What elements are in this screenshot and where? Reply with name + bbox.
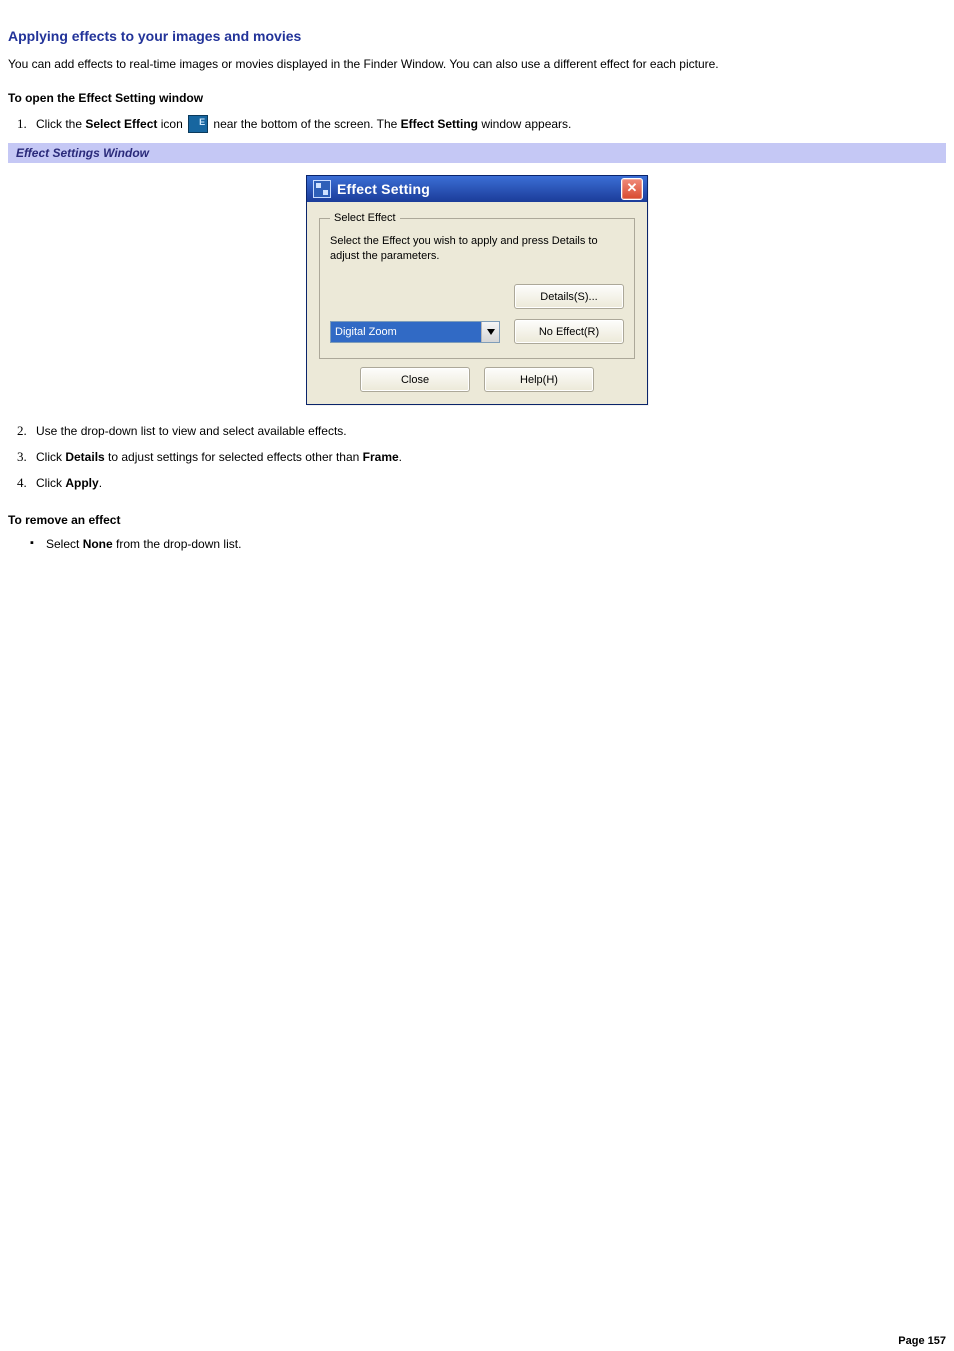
step4-pre: Click — [36, 476, 65, 490]
step4-b1: Apply — [65, 476, 98, 490]
help-button[interactable]: Help(H) — [484, 367, 594, 392]
step3-b2: Frame — [363, 450, 399, 464]
step3-pre: Click — [36, 450, 65, 464]
effect-setting-dialog: Effect Setting ✕ Select Effect Select th… — [306, 175, 648, 405]
step-2: Use the drop-down list to view and selec… — [36, 424, 347, 438]
step-1: Click the Select Effect icon near the bo… — [36, 117, 571, 131]
step1-bold2: Effect Setting — [401, 117, 478, 131]
remove-b1: None — [83, 537, 113, 551]
step1-post: near the bottom of the screen. The — [210, 117, 401, 131]
remove-tail: from the drop-down list. — [113, 537, 242, 551]
step1-mid: icon — [157, 117, 186, 131]
effect-dropdown-value: Digital Zoom — [331, 322, 481, 342]
select-effect-group: Select Effect Select the Effect you wish… — [319, 212, 635, 359]
step1-tail: window appears. — [478, 117, 571, 131]
details-button[interactable]: Details(S)... — [514, 284, 624, 309]
close-icon[interactable]: ✕ — [621, 178, 643, 200]
chevron-down-icon[interactable] — [481, 322, 499, 342]
dialog-app-icon — [313, 180, 331, 198]
step3-b1: Details — [65, 450, 104, 464]
section-open-heading: To open the Effect Setting window — [8, 91, 946, 105]
step3-mid: to adjust settings for selected effects … — [105, 450, 363, 464]
page-number: Page 157 — [898, 1335, 946, 1347]
step1-pre: Click the — [36, 117, 85, 131]
intro-paragraph: You can add effects to real-time images … — [8, 56, 946, 73]
step-4: Click Apply. — [36, 476, 102, 490]
effect-dropdown[interactable]: Digital Zoom — [330, 321, 500, 343]
close-button[interactable]: Close — [360, 367, 470, 392]
no-effect-button[interactable]: No Effect(R) — [514, 319, 624, 344]
remove-pre: Select — [46, 537, 83, 551]
group-description: Select the Effect you wish to apply and … — [330, 234, 624, 264]
step3-tail: . — [399, 450, 402, 464]
step1-bold1: Select Effect — [85, 117, 157, 131]
figure-caption: Effect Settings Window — [8, 143, 946, 163]
page-title: Applying effects to your images and movi… — [8, 28, 946, 44]
step4-tail: . — [99, 476, 102, 490]
select-effect-icon — [188, 115, 208, 133]
group-legend: Select Effect — [330, 212, 400, 224]
dialog-titlebar: Effect Setting ✕ — [307, 176, 647, 202]
remove-effect-item: Select None from the drop-down list. — [30, 537, 946, 551]
section-remove-heading: To remove an effect — [8, 513, 946, 527]
step-3: Click Details to adjust settings for sel… — [36, 450, 402, 464]
dialog-title: Effect Setting — [337, 181, 621, 197]
